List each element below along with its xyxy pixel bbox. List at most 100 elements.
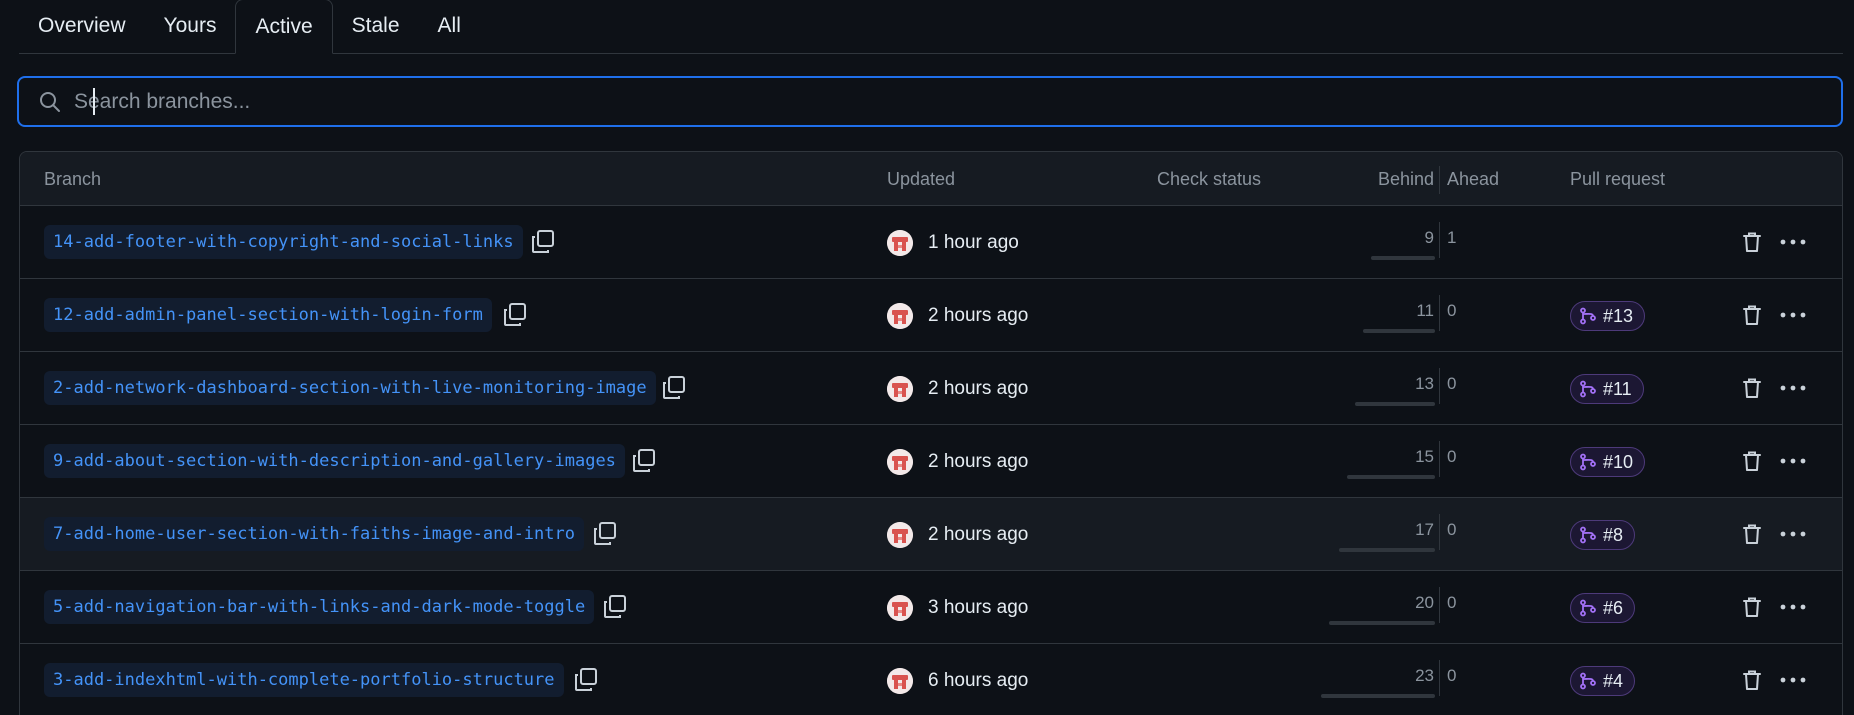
- copy-icon[interactable]: [501, 301, 529, 329]
- ahead-count: 0: [1447, 666, 1457, 685]
- git-pull-request-icon: [1580, 307, 1596, 325]
- table-header: Branch Updated Check status Behind Ahead…: [20, 152, 1842, 206]
- behind-bar: [1347, 475, 1435, 479]
- ahead-count: 0: [1447, 374, 1457, 393]
- branches-table: Branch Updated Check status Behind Ahead…: [19, 151, 1843, 715]
- git-pull-request-icon: [1580, 380, 1596, 398]
- header-ahead: Ahead: [1447, 169, 1500, 189]
- copy-icon[interactable]: [601, 593, 629, 621]
- tab-yours[interactable]: Yours: [145, 0, 236, 53]
- behind-bar: [1371, 256, 1435, 260]
- updated-time: 2 hours ago: [928, 524, 1029, 545]
- kebab-horizontal-icon[interactable]: [1778, 448, 1808, 474]
- ahead-behind-divider: [1439, 514, 1440, 550]
- pull-request-badge[interactable]: #4: [1570, 666, 1636, 696]
- updated-time: 2 hours ago: [928, 378, 1029, 399]
- trash-icon[interactable]: [1739, 521, 1765, 547]
- pull-request-badge[interactable]: #13: [1570, 301, 1646, 331]
- header-branch: Branch: [44, 169, 102, 189]
- ahead-behind-divider: [1439, 222, 1440, 258]
- ahead-count: 1: [1447, 228, 1457, 247]
- trash-icon[interactable]: [1739, 229, 1765, 255]
- trash-icon[interactable]: [1739, 375, 1765, 401]
- git-pull-request-icon: [1580, 453, 1596, 471]
- ahead-count: 0: [1447, 593, 1457, 612]
- table-row: 3-add-indexhtml-with-complete-portfolio-…: [20, 644, 1842, 715]
- branch-name-link[interactable]: 12-add-admin-panel-section-with-login-fo…: [44, 298, 492, 332]
- kebab-horizontal-icon[interactable]: [1778, 229, 1808, 255]
- tab-all[interactable]: All: [419, 0, 480, 53]
- behind-bar: [1329, 621, 1435, 625]
- tab-active[interactable]: Active: [235, 0, 333, 54]
- branch-name-link[interactable]: 9-add-about-section-with-description-and…: [44, 444, 625, 478]
- trash-icon[interactable]: [1739, 667, 1765, 693]
- git-pull-request-icon: [1580, 526, 1596, 544]
- table-row: 14-add-footer-with-copyright-and-social-…: [20, 206, 1842, 279]
- updated-time: 6 hours ago: [928, 670, 1029, 691]
- trash-icon[interactable]: [1739, 302, 1765, 328]
- pull-request-badge[interactable]: #10: [1570, 447, 1646, 477]
- ahead-count: 0: [1447, 301, 1457, 320]
- branch-name-link[interactable]: 3-add-indexhtml-with-complete-portfolio-…: [44, 663, 564, 697]
- search-input[interactable]: [74, 81, 1841, 122]
- behind-bar: [1355, 402, 1435, 406]
- behind-bar: [1339, 548, 1435, 552]
- copy-icon[interactable]: [630, 447, 658, 475]
- avatar[interactable]: [887, 303, 913, 329]
- pull-request-number: #11: [1603, 378, 1632, 399]
- pull-request-badge[interactable]: #8: [1570, 520, 1636, 550]
- avatar[interactable]: [887, 376, 913, 402]
- branch-tabs: Overview Yours Active Stale All: [19, 0, 1843, 54]
- copy-icon[interactable]: [591, 520, 619, 548]
- pull-request-number: #6: [1603, 597, 1624, 618]
- text-caret: [93, 88, 95, 115]
- avatar[interactable]: [887, 595, 913, 621]
- ahead-count: 0: [1447, 520, 1457, 539]
- trash-icon[interactable]: [1739, 594, 1765, 620]
- copy-icon[interactable]: [660, 374, 688, 402]
- copy-icon[interactable]: [572, 666, 600, 694]
- ahead-behind-divider: [1439, 587, 1440, 623]
- table-row: 5-add-navigation-bar-with-links-and-dark…: [20, 571, 1842, 644]
- table-body: 14-add-footer-with-copyright-and-social-…: [20, 206, 1842, 715]
- avatar[interactable]: [887, 449, 913, 475]
- header-divider: [1439, 166, 1440, 194]
- table-row: 12-add-admin-panel-section-with-login-fo…: [20, 279, 1842, 352]
- kebab-horizontal-icon[interactable]: [1778, 302, 1808, 328]
- avatar[interactable]: [887, 522, 913, 548]
- kebab-horizontal-icon[interactable]: [1778, 594, 1808, 620]
- git-pull-request-icon: [1580, 599, 1596, 617]
- behind-count: 23: [1415, 666, 1434, 685]
- pull-request-number: #4: [1603, 670, 1624, 691]
- table-row: 9-add-about-section-with-description-and…: [20, 425, 1842, 498]
- updated-time: 3 hours ago: [928, 597, 1029, 618]
- pull-request-badge[interactable]: #11: [1570, 374, 1644, 404]
- trash-icon[interactable]: [1739, 448, 1765, 474]
- pull-request-number: #13: [1603, 305, 1634, 326]
- ahead-behind-divider: [1439, 295, 1440, 331]
- pull-request-badge[interactable]: #6: [1570, 593, 1636, 623]
- kebab-horizontal-icon[interactable]: [1778, 667, 1808, 693]
- tab-stale[interactable]: Stale: [333, 0, 419, 53]
- updated-time: 1 hour ago: [928, 232, 1019, 253]
- avatar[interactable]: [887, 230, 913, 256]
- header-behind: Behind: [1377, 169, 1434, 189]
- tab-overview[interactable]: Overview: [19, 0, 145, 53]
- behind-count: 11: [1416, 301, 1434, 320]
- copy-icon[interactable]: [529, 228, 557, 256]
- behind-count: 9: [1424, 228, 1434, 247]
- behind-bar: [1321, 694, 1435, 698]
- git-pull-request-icon: [1580, 672, 1596, 690]
- kebab-horizontal-icon[interactable]: [1778, 375, 1808, 401]
- header-check-status: Check status: [1157, 169, 1262, 189]
- branch-name-link[interactable]: 14-add-footer-with-copyright-and-social-…: [44, 225, 523, 259]
- header-updated: Updated: [887, 169, 956, 189]
- branch-name-link[interactable]: 2-add-network-dashboard-section-with-liv…: [44, 371, 656, 405]
- branch-name-link[interactable]: 7-add-home-user-section-with-faiths-imag…: [44, 517, 584, 551]
- avatar[interactable]: [887, 668, 913, 694]
- ahead-behind-divider: [1439, 660, 1440, 696]
- behind-bar: [1363, 329, 1435, 333]
- kebab-horizontal-icon[interactable]: [1778, 521, 1808, 547]
- table-row: 7-add-home-user-section-with-faiths-imag…: [20, 498, 1842, 571]
- branch-name-link[interactable]: 5-add-navigation-bar-with-links-and-dark…: [44, 590, 595, 624]
